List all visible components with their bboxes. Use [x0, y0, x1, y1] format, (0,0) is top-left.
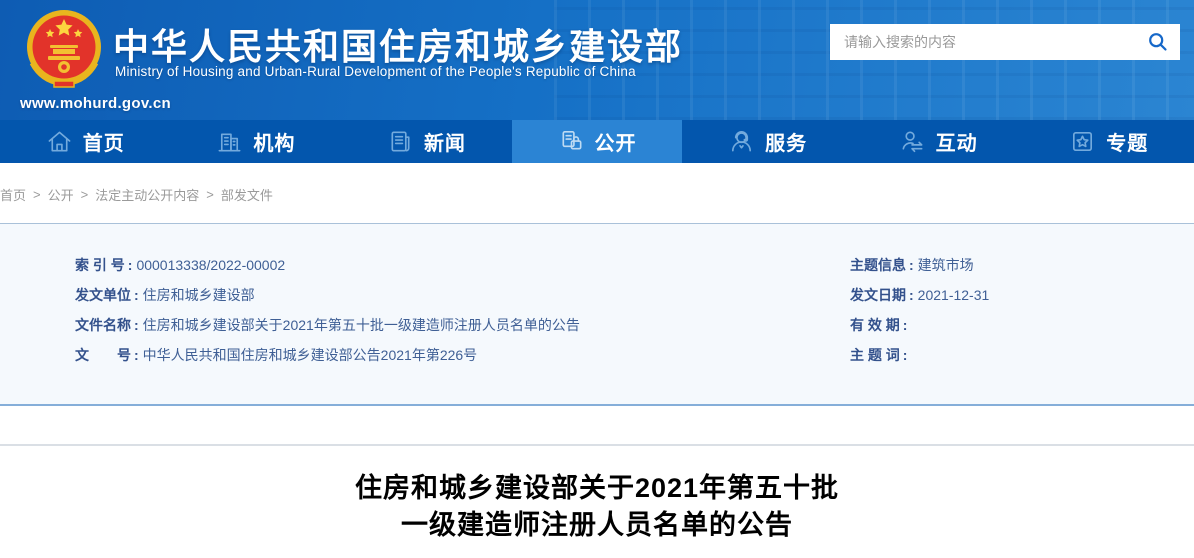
- breadcrumb-item-current: 部发文件: [221, 185, 273, 204]
- open-docs-icon: [558, 128, 585, 155]
- doc-info-value: 2021-12-31: [918, 287, 990, 303]
- nav-item-service[interactable]: 服务: [682, 120, 853, 163]
- site-url: www.mohurd.gov.cn: [20, 95, 220, 112]
- nav-item-home[interactable]: 首页: [0, 120, 171, 163]
- site-title-cn: 中华人民共和国住房和城乡建设部: [113, 18, 683, 70]
- nav-item-org[interactable]: 机构: [171, 120, 342, 163]
- doc-info-row-keywords: 主 题 词:: [850, 340, 989, 370]
- doc-info-label: 文 号: [75, 347, 131, 363]
- doc-info-label: 主 题 词: [850, 347, 900, 363]
- doc-info-label: 发文单位: [75, 287, 131, 303]
- article-title-line2: 一级建造师注册人员名单的公告: [0, 507, 1194, 544]
- news-icon: [387, 128, 414, 155]
- doc-info-row-topic-info: 主题信息:建筑市场: [850, 250, 989, 280]
- doc-info-label: 索 引 号: [75, 257, 125, 273]
- breadcrumb-item-statutory[interactable]: 法定主动公开内容: [95, 185, 199, 204]
- doc-info-value: 建筑市场: [918, 257, 974, 273]
- search-input[interactable]: [830, 24, 1147, 60]
- main-nav: 首页 机构 新闻: [0, 120, 1194, 163]
- nav-item-label: 互动: [936, 127, 978, 156]
- breadcrumb-separator: >: [33, 187, 41, 202]
- nav-item-news[interactable]: 新闻: [341, 120, 512, 163]
- doc-info-row-index-number: 索 引 号:000013338/2022-00002: [75, 250, 580, 280]
- doc-info-right-column: 主题信息:建筑市场 发文日期:2021-12-31 有 效 期: 主 题 词:: [850, 250, 989, 370]
- breadcrumb: 首页 > 公开 > 法定主动公开内容 > 部发文件: [0, 185, 273, 204]
- nav-item-label: 新闻: [424, 127, 466, 156]
- site-header: www.mohurd.gov.cn 中华人民共和国住房和城乡建设部 Minist…: [0, 0, 1194, 120]
- search-icon[interactable]: [1147, 31, 1169, 53]
- breadcrumb-item-open[interactable]: 公开: [48, 185, 74, 204]
- doc-info-value: 000013338/2022-00002: [136, 257, 285, 273]
- article-title-line1: 住房和城乡建设部关于2021年第五十批: [0, 470, 1194, 507]
- nav-item-label: 专题: [1106, 127, 1148, 156]
- nav-item-label: 机构: [253, 127, 295, 156]
- site-title-en: Ministry of Housing and Urban-Rural Deve…: [115, 64, 636, 79]
- nav-item-interaction[interactable]: 互动: [853, 120, 1024, 163]
- doc-info-label: 主题信息: [850, 257, 906, 273]
- doc-info-label: 文件名称: [75, 317, 131, 333]
- doc-info-row-file-name: 文件名称:住房和城乡建设部关于2021年第五十批一级建造师注册人员名单的公告: [75, 310, 580, 340]
- nav-item-open[interactable]: 公开: [512, 120, 683, 163]
- doc-info-row-doc-number: 文 号:中华人民共和国住房和城乡建设部公告2021年第226号: [75, 340, 580, 370]
- nav-item-label: 首页: [83, 127, 125, 156]
- home-icon: [46, 128, 73, 155]
- nav-item-label: 服务: [765, 127, 807, 156]
- doc-info-label: 有 效 期: [850, 317, 900, 333]
- service-icon: [728, 128, 755, 155]
- building-icon: [216, 128, 243, 155]
- breadcrumb-separator: >: [206, 187, 214, 202]
- nav-item-label: 公开: [595, 127, 637, 156]
- topic-star-icon: [1069, 128, 1096, 155]
- page: www.mohurd.gov.cn 中华人民共和国住房和城乡建设部 Minist…: [0, 0, 1194, 558]
- breadcrumb-item-home[interactable]: 首页: [0, 185, 26, 204]
- doc-info-left-column: 索 引 号:000013338/2022-00002 发文单位:住房和城乡建设部…: [75, 250, 580, 370]
- search-box: [830, 24, 1180, 60]
- breadcrumb-separator: >: [81, 187, 89, 202]
- doc-info-value: 住房和城乡建设部: [143, 287, 255, 303]
- doc-info-value: 住房和城乡建设部关于2021年第五十批一级建造师注册人员名单的公告: [143, 317, 580, 333]
- doc-info-row-validity: 有 效 期:: [850, 310, 989, 340]
- section-divider: [0, 444, 1194, 446]
- interaction-icon: [899, 128, 926, 155]
- national-emblem-icon: [24, 7, 104, 91]
- article-title: 住房和城乡建设部关于2021年第五十批 一级建造师注册人员名单的公告: [0, 470, 1194, 544]
- doc-info-label: 发文日期: [850, 287, 906, 303]
- doc-info-row-issuing-unit: 发文单位:住房和城乡建设部: [75, 280, 580, 310]
- nav-item-topics[interactable]: 专题: [1023, 120, 1194, 163]
- doc-info-row-issue-date: 发文日期:2021-12-31: [850, 280, 989, 310]
- document-info-card: 索 引 号:000013338/2022-00002 发文单位:住房和城乡建设部…: [0, 223, 1194, 406]
- doc-info-value: 中华人民共和国住房和城乡建设部公告2021年第226号: [143, 347, 478, 363]
